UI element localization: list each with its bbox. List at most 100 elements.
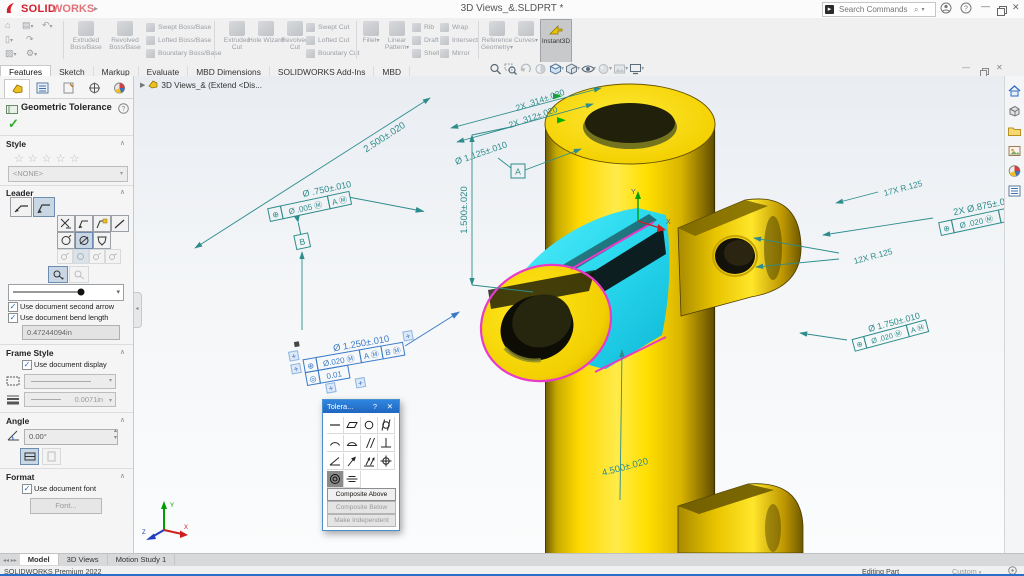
leader-button[interactable]	[10, 197, 32, 217]
gtol-symbol-flatness[interactable]	[344, 417, 361, 434]
dia-1125[interactable]: Ø 1.125±.010	[454, 139, 509, 166]
custom-properties-icon[interactable]	[1007, 184, 1023, 200]
style-star-icon[interactable]: ☆☆☆☆☆	[14, 153, 83, 165]
arrowhead-style-dropdown[interactable]: ▾	[8, 284, 124, 301]
style-collapse-icon[interactable]: ∧	[120, 139, 125, 147]
angle-free-button[interactable]	[42, 448, 61, 465]
arrow-style-a-button[interactable]	[57, 249, 73, 264]
solidworks-resources-icon[interactable]	[1007, 84, 1023, 100]
revolved-boss-base-button[interactable]: Revolved Boss/Base	[106, 19, 144, 61]
doc-minimize-icon[interactable]: —	[962, 63, 970, 72]
tab-motion-study[interactable]: Motion Study 1	[108, 554, 176, 565]
view-settings-dropdown-icon[interactable]: ▾	[641, 65, 644, 72]
gtol-symbol-concentricity[interactable]	[327, 471, 344, 488]
fcf-1750[interactable]: Ø 1.750±.010 ⊕ Ø .020 Ⓜ A Ⓜ	[849, 309, 928, 351]
section-view-icon[interactable]	[533, 62, 548, 75]
note-r125-a[interactable]: 17X R.125	[883, 178, 924, 198]
search-dropdown-icon[interactable]: ▾	[921, 6, 924, 13]
style-favorite-buttons[interactable]: ☆☆☆☆☆	[14, 149, 83, 167]
tolerance-dialog-titlebar[interactable]: Tolera... ? ✕	[323, 400, 399, 413]
tab-model[interactable]: Model	[20, 554, 59, 565]
boundary-cut-button[interactable]: Boundary Cut	[306, 47, 360, 60]
extruded-boss-base-button[interactable]: Extruded Boss/Base	[67, 19, 105, 61]
fillet-button[interactable]: Fillet▾	[359, 19, 383, 61]
home-button[interactable]: ⌂	[5, 20, 10, 30]
linear-pattern-button[interactable]: Linear Pattern▾	[384, 19, 410, 61]
open-document-button[interactable]: ▨▾	[5, 48, 17, 59]
view-palette-icon[interactable]	[1007, 144, 1023, 160]
bent-leader-button[interactable]	[33, 197, 55, 217]
note-r125-b[interactable]: 12X R.125	[853, 246, 894, 266]
tolerance-dialog-close-icon[interactable]: ✕	[387, 400, 393, 413]
tree-expand-icon[interactable]: ▶	[140, 81, 145, 89]
frame-thickness-dropdown[interactable]: 0.0071in▾	[24, 392, 116, 407]
gtol-symbol-parallelism[interactable]	[361, 435, 378, 452]
undo-button[interactable]: ↶▾	[42, 20, 53, 31]
document-font-checkbox[interactable]: ✓	[22, 484, 32, 494]
nearest-attach-button[interactable]	[48, 266, 68, 283]
close-button[interactable]: ✕	[1012, 2, 1020, 13]
leader-style-shield-button[interactable]	[93, 232, 111, 249]
tab-scroll-arrows[interactable]: ◂◂ ▸▸	[0, 558, 20, 564]
gtol-symbol-profile-line[interactable]	[327, 435, 344, 452]
leader-style-circle-button[interactable]	[57, 232, 75, 249]
frame-line-style-dropdown[interactable]: ▾	[24, 374, 116, 389]
arrow-style-b-button[interactable]	[73, 249, 89, 264]
gtol-symbol-circularity[interactable]	[361, 417, 378, 434]
previous-view-icon[interactable]	[518, 62, 533, 75]
selection-grip[interactable]	[294, 341, 300, 347]
farthest-attach-button[interactable]	[69, 266, 89, 283]
new-document-button[interactable]: ▯▾	[5, 34, 13, 45]
make-independent-button[interactable]: Make Independent	[327, 514, 396, 527]
frame-style-header[interactable]: Frame Style	[6, 348, 53, 358]
pm-tab-featuremanager[interactable]	[30, 81, 54, 97]
pm-tab-configurations[interactable]	[56, 81, 80, 97]
reference-geometry-button[interactable]: Reference Geometry▾	[481, 19, 513, 61]
wrap-button[interactable]: Wrap	[440, 21, 478, 34]
viewport-canvas[interactable]: Y X 2X .314±.030 2X .312±.020 2.50	[133, 76, 1004, 553]
design-library-icon[interactable]	[1007, 104, 1023, 120]
angle-spinner[interactable]: ▴▾	[114, 428, 117, 442]
zoom-to-fit-icon[interactable]	[488, 62, 503, 75]
zoom-to-area-icon[interactable]	[503, 62, 518, 75]
leader-style-slash-button[interactable]	[75, 232, 93, 249]
bend-length-checkbox[interactable]: ✓	[8, 313, 18, 323]
arrow-style-c-button[interactable]	[89, 249, 105, 264]
gtol-symbol-cylindricity[interactable]	[378, 417, 395, 434]
angle-snap-button[interactable]	[20, 448, 39, 465]
dim-1500[interactable]: 1.500±.020	[459, 186, 470, 233]
lofted-cut-button[interactable]: Lofted Cut	[306, 34, 360, 47]
dia-875[interactable]: 2X Ø.875±.010	[952, 193, 1004, 217]
mirror-button[interactable]: Mirror	[440, 47, 478, 60]
pm-tab-propertymanager[interactable]	[4, 79, 30, 98]
datum-a[interactable]: A	[511, 164, 525, 178]
fcf-750[interactable]: Ø .750±.010 ⊕ Ø .005 Ⓜ A Ⓜ B	[265, 165, 426, 253]
fcf-875[interactable]: 2X Ø.875±.010 ⊕ Ø .020 Ⓜ A Ⓜ B	[936, 189, 1004, 235]
save-button[interactable]: ▤▾	[22, 20, 34, 31]
pm-tab-dimxpert[interactable]	[82, 81, 106, 97]
second-arrow-checkbox[interactable]: ✓	[8, 302, 18, 312]
gtol-symbol-symmetry[interactable]	[344, 471, 361, 488]
pm-help-icon[interactable]: ?	[118, 101, 129, 119]
composite-above-button[interactable]: Composite Above	[327, 488, 396, 501]
options-gear-icon[interactable]: ⚙▾	[26, 48, 37, 59]
smart-leader-button[interactable]	[93, 215, 111, 232]
format-collapse-icon[interactable]: ∧	[120, 472, 125, 480]
composite-below-button[interactable]: Composite Below	[327, 501, 396, 514]
rib-button[interactable]: Rib	[412, 21, 439, 34]
bend-length-field[interactable]: 0.47244094in	[22, 325, 120, 340]
gtol-symbol-profile-surface[interactable]	[344, 435, 361, 452]
swept-boss-base-button[interactable]: Swept Boss/Base	[146, 21, 221, 34]
angle-section-header[interactable]: Angle	[6, 416, 29, 426]
font-button[interactable]: Font...	[30, 498, 102, 514]
boundary-boss-base-button[interactable]: Boundary Boss/Base	[146, 47, 221, 60]
user-account-icon[interactable]	[940, 2, 952, 17]
search-input[interactable]	[837, 4, 911, 15]
intersect-button[interactable]: Intersect	[440, 34, 478, 47]
fcf-1250-selected[interactable]: Ø 1.250±.010 ⊕ Ø.020 Ⓜ A Ⓜ B Ⓜ ◎ 0.01 ++…	[287, 312, 469, 399]
gtol-symbol-position[interactable]	[378, 453, 395, 470]
search-commands-box[interactable]: ▸ ⌕ ▾	[822, 2, 936, 17]
panel-collapse-handle[interactable]: ◂	[133, 292, 142, 328]
curves-button[interactable]: Curves▾	[514, 19, 538, 61]
gtol-symbol-total-runout[interactable]	[361, 453, 378, 470]
